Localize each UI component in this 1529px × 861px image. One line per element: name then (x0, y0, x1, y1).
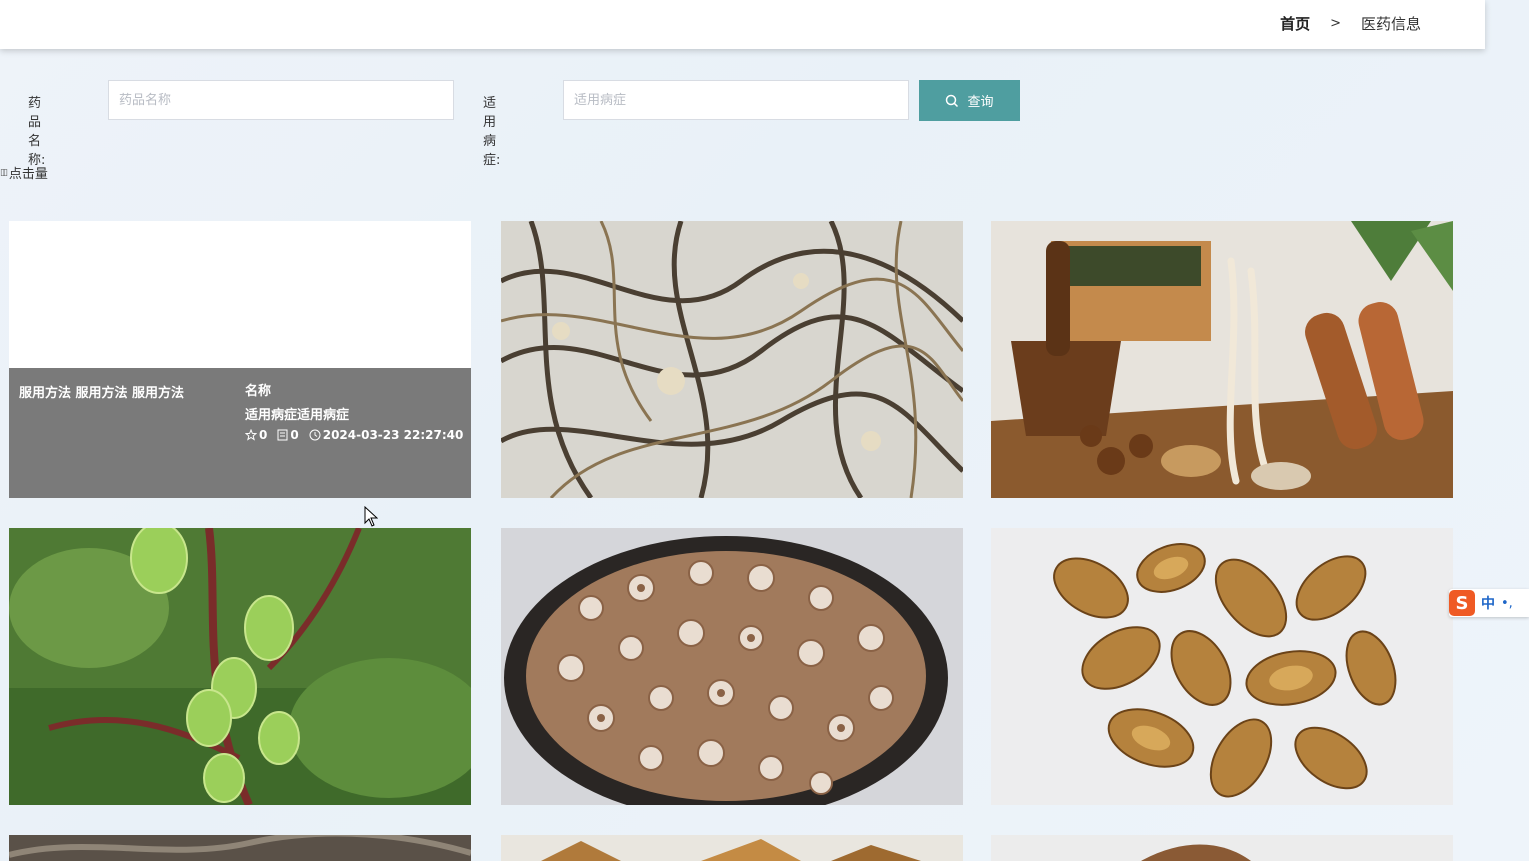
drug-image (991, 528, 1453, 805)
comment-icon (277, 429, 288, 441)
card-name: 名称 (245, 384, 272, 399)
drug-image (501, 835, 963, 861)
drug-card[interactable] (991, 528, 1453, 805)
drug-image (9, 528, 471, 805)
drug-card[interactable] (991, 835, 1453, 861)
sogou-logo-icon: S (1449, 590, 1475, 616)
drug-image (501, 528, 963, 805)
mouse-cursor-icon (364, 506, 378, 527)
card-likes: 0 (259, 428, 268, 442)
clock-icon (309, 429, 321, 441)
drug-card[interactable] (991, 221, 1453, 498)
drug-name-input[interactable] (108, 80, 454, 120)
drug-image (501, 221, 963, 498)
drug-card[interactable] (501, 528, 963, 805)
card-time: 2024-03-23 22:27:40 (322, 428, 464, 442)
drug-card[interactable] (9, 835, 471, 861)
drug-card[interactable] (9, 528, 471, 805)
sort-icon: ▯▯ (0, 167, 8, 178)
drug-image (991, 835, 1453, 861)
disease-label: 适用病症: (483, 96, 501, 168)
card-disease: 适用病症适用病症 (245, 408, 350, 423)
search-icon (946, 94, 959, 107)
query-button[interactable]: 查询 (919, 80, 1020, 121)
ime-chinese-mode[interactable]: 中 (1481, 593, 1495, 613)
drug-name-label: 药品名称: (28, 96, 46, 168)
top-bar: 首页 > 医药信息 (0, 0, 1485, 49)
card-info-overlay: 服用方法 服用方法 服用方法 名称 适用病症适用病症 0 0 2024-03-2… (9, 368, 471, 498)
star-icon (245, 429, 257, 441)
query-button-label: 查询 (967, 94, 994, 109)
drug-card[interactable] (501, 221, 963, 498)
drug-card[interactable] (501, 835, 963, 861)
ime-punctuation[interactable]: •, (1501, 596, 1513, 611)
ime-toolbar[interactable]: S 中 •, (1449, 589, 1529, 617)
sort-label: 点击量 (8, 167, 48, 182)
breadcrumb: 首页 > 医药信息 (1280, 13, 1421, 34)
disease-input[interactable] (563, 80, 909, 120)
drug-image (9, 835, 471, 861)
card-usage: 服用方法 服用方法 服用方法 (19, 386, 185, 401)
drug-image (991, 221, 1453, 498)
sort-by-clicks[interactable]: ▯▯ 点击量 (0, 163, 48, 182)
breadcrumb-home[interactable]: 首页 (1280, 13, 1310, 34)
breadcrumb-current: 医药信息 (1360, 15, 1421, 33)
card-comments: 0 (290, 428, 299, 442)
drug-card[interactable]: 服用方法 服用方法 服用方法 名称 适用病症适用病症 0 0 2024-03-2… (9, 221, 471, 498)
breadcrumb-separator: > (1330, 16, 1341, 31)
